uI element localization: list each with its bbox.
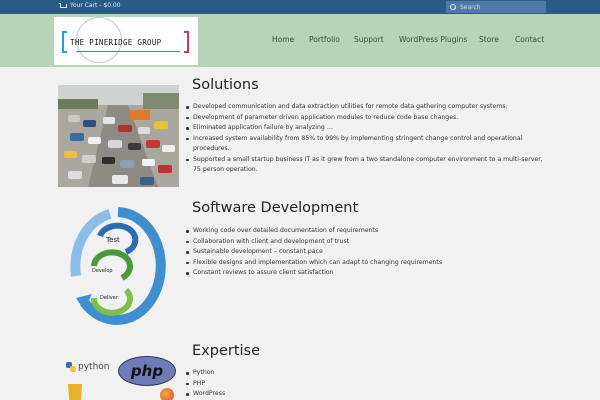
cart-text: Your Cart - $0.00 (70, 2, 121, 9)
list-item: WordPress (184, 389, 384, 400)
cycle-label-test: Test (105, 236, 120, 244)
logo-bracket-left (62, 31, 67, 53)
logo-underline (76, 51, 180, 52)
solutions-title: Solutions (192, 77, 259, 93)
list-item: Python (184, 368, 384, 379)
nav-store[interactable]: Store (479, 35, 499, 44)
list-item: Sustainable development – constant pace (184, 247, 544, 258)
cart-link[interactable]: Your Cart - $0.00 (59, 2, 121, 9)
site-logo[interactable]: THE PINERIDGE GROUP (54, 17, 198, 65)
site-header: THE PINERIDGE GROUP Home Portfolio Suppo… (0, 14, 600, 67)
list-item: Eliminated application failure by analyz… (184, 123, 544, 134)
js-shield-icon (68, 384, 82, 400)
list-item: PHP (184, 379, 384, 390)
dev-cycle-illustration: Test Develop Deliver (70, 207, 166, 325)
search-icon (450, 4, 456, 10)
cart-icon (59, 2, 67, 9)
list-item: Developed communication and data extract… (184, 102, 544, 113)
list-item: Supported a small startup business IT as… (184, 155, 544, 176)
list-item: Working code over detailed documentation… (184, 226, 544, 237)
python-logo: python (66, 362, 109, 372)
software-list: Working code over detailed documentation… (184, 226, 544, 279)
search-input[interactable] (460, 3, 540, 11)
traffic-photo (58, 85, 179, 187)
solutions-list: Developed communication and data extract… (184, 102, 544, 176)
firefox-icon (160, 388, 174, 400)
software-title: Software Development (192, 200, 359, 216)
logo-bracket-right (184, 31, 189, 53)
search-box[interactable] (446, 1, 546, 13)
nav-wordpress-plugins[interactable]: WordPress Plugins (399, 35, 467, 44)
traffic-illustration (58, 85, 179, 187)
list-item: Development of parameter driven applicat… (184, 113, 544, 124)
logo-text: THE PINERIDGE GROUP (70, 38, 162, 47)
list-item: Flexible designs and implementation whic… (184, 258, 544, 269)
expertise-list: Python PHP WordPress (184, 368, 384, 400)
list-item: Constant reviews to assure client satisf… (184, 268, 544, 279)
list-item: Collaboration with client and developmen… (184, 237, 544, 248)
cycle-label-deliver: Deliver (100, 295, 119, 301)
nav-contact[interactable]: Contact (515, 35, 544, 44)
dev-cycle-graphic: Test Develop Deliver (70, 206, 166, 326)
python-logo-text: python (78, 362, 110, 372)
php-logo-text: php (130, 362, 164, 380)
list-item: Increased system availability from 85% t… (184, 134, 544, 155)
top-bar: Your Cart - $0.00 (0, 0, 600, 14)
expertise-logos: python php (62, 352, 182, 400)
php-logo: php (118, 356, 176, 386)
expertise-title: Expertise (192, 343, 261, 359)
nav-home[interactable]: Home (272, 35, 294, 44)
cycle-label-develop: Develop (92, 268, 113, 274)
python-icon (66, 362, 76, 372)
nav-portfolio[interactable]: Portfolio (309, 35, 340, 44)
nav-support[interactable]: Support (354, 35, 384, 44)
